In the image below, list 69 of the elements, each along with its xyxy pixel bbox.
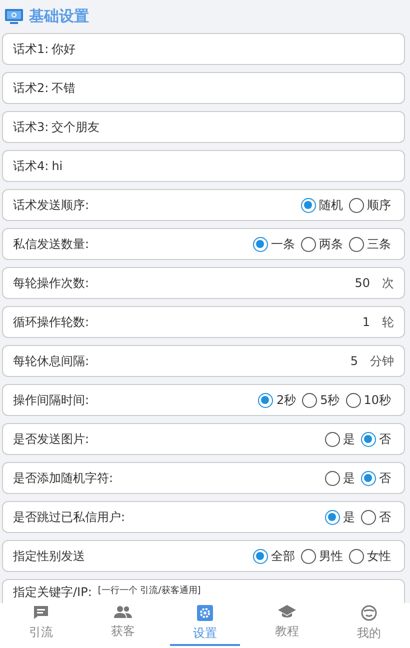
people-icon bbox=[114, 605, 132, 619]
radio-label: 是 bbox=[343, 470, 355, 487]
input-field[interactable]: 你好 bbox=[52, 40, 76, 58]
setting-label: 指定性别发送 bbox=[13, 548, 85, 565]
radio-button[interactable] bbox=[325, 470, 340, 486]
radio-label: 否 bbox=[379, 509, 391, 526]
radio-label: 两条 bbox=[319, 236, 343, 253]
radio-button[interactable] bbox=[325, 510, 340, 524]
setting-label: 循环操作轮数: bbox=[13, 314, 90, 331]
radio-label: 男性 bbox=[319, 548, 343, 565]
radio-label: 5秒 bbox=[320, 392, 340, 409]
radio-label: 2秒 bbox=[276, 392, 296, 409]
radio-label: 全部 bbox=[271, 548, 295, 565]
radio-button[interactable] bbox=[349, 548, 364, 564]
nav-tab[interactable]: 教程 bbox=[252, 603, 322, 642]
setting-label: 每轮休息间隔: bbox=[13, 353, 90, 370]
setting-label: 是否添加随机字符: bbox=[13, 470, 114, 487]
radio-label: 是 bbox=[343, 509, 355, 526]
nav-tab[interactable]: 获客 bbox=[88, 603, 158, 642]
nav-tab[interactable]: 我的 bbox=[334, 603, 404, 644]
radio-button[interactable] bbox=[253, 548, 268, 564]
radio-button[interactable] bbox=[301, 236, 316, 252]
input-field[interactable]: hi bbox=[52, 157, 63, 175]
setting-label: 是否发送图片: bbox=[13, 431, 90, 448]
section-title: 基础设置 bbox=[29, 6, 89, 28]
unit-label: 分钟 bbox=[370, 353, 394, 370]
input-field[interactable]: 交个朋友 bbox=[52, 118, 100, 136]
radio-button[interactable] bbox=[361, 432, 376, 446]
unit-label: 次 bbox=[382, 275, 394, 292]
setting-label: 话术1: bbox=[13, 41, 49, 58]
graduation-cap-icon bbox=[278, 605, 296, 619]
setting-label: 话术发送顺序: bbox=[13, 197, 90, 214]
radio-label: 否 bbox=[379, 470, 391, 487]
radio-button[interactable] bbox=[361, 510, 376, 524]
monitor-icon bbox=[5, 9, 23, 24]
radio-label: 顺序 bbox=[367, 197, 391, 214]
setting-label: 话术4: bbox=[13, 158, 49, 175]
radio-label: 三条 bbox=[367, 236, 391, 253]
radio-label: 随机 bbox=[319, 197, 343, 214]
input-field[interactable]: 不错 bbox=[52, 79, 76, 97]
radio-button[interactable] bbox=[361, 470, 376, 486]
radio-button[interactable] bbox=[253, 236, 268, 252]
radio-label: 10秒 bbox=[364, 392, 391, 409]
setting-label: 私信发送数量: bbox=[13, 236, 90, 253]
hint-text: [一行一个 引流/获客通用] bbox=[98, 584, 201, 598]
number-field[interactable]: 50 bbox=[354, 274, 370, 292]
radio-button[interactable] bbox=[301, 198, 316, 212]
nav-tab[interactable]: 引流 bbox=[6, 603, 76, 643]
radio-button[interactable] bbox=[346, 392, 361, 408]
radio-button[interactable] bbox=[349, 198, 364, 212]
radio-button[interactable] bbox=[325, 432, 340, 446]
radio-label: 女性 bbox=[367, 548, 391, 565]
number-field[interactable]: 5 bbox=[350, 352, 358, 370]
number-field[interactable]: 1 bbox=[362, 313, 370, 331]
setting-label: 是否跳过已私信用户: bbox=[13, 509, 126, 526]
radio-label: 否 bbox=[379, 431, 391, 448]
unit-label: 轮 bbox=[382, 314, 394, 331]
radio-button[interactable] bbox=[302, 392, 318, 408]
radio-label: 是 bbox=[343, 431, 355, 448]
setting-label: 操作间隔时间: bbox=[13, 392, 90, 409]
setting-label: 每轮操作次数: bbox=[13, 275, 90, 292]
radio-button[interactable] bbox=[349, 236, 364, 252]
radio-label: 一条 bbox=[271, 236, 295, 253]
setting-label: 话术3: bbox=[13, 119, 49, 136]
setting-label: 话术2: bbox=[13, 80, 49, 97]
radio-button[interactable] bbox=[301, 548, 316, 564]
face-icon bbox=[361, 605, 377, 621]
setting-label: 指定关键字/IP: bbox=[13, 584, 92, 601]
radio-button[interactable] bbox=[258, 392, 274, 408]
